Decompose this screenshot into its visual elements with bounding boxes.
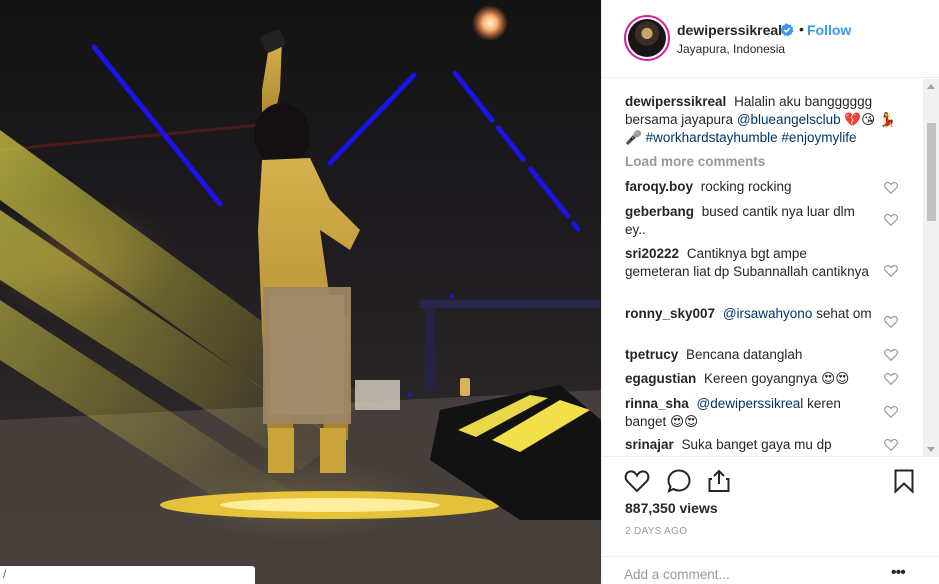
follow-button[interactable]: Follow	[807, 22, 851, 38]
action-bar	[602, 458, 939, 504]
heart-icon[interactable]	[884, 348, 898, 361]
post-header: dewiperssikreal • Follow Jayapura, Indon…	[602, 0, 939, 78]
caption-username[interactable]: dewiperssikreal	[625, 94, 726, 109]
heart-icon[interactable]	[884, 372, 898, 385]
comment-icon[interactable]	[666, 468, 692, 494]
scrollbar-thumb[interactable]	[927, 123, 936, 221]
heart-icon[interactable]	[884, 264, 898, 277]
performer	[254, 29, 360, 473]
comments-list[interactable]: dewiperssikreal Halalin aku bangggggg be…	[602, 79, 939, 457]
scroll-down-arrow-icon[interactable]	[927, 447, 935, 452]
concert-scene	[0, 5, 601, 584]
corner-text: /	[3, 569, 7, 581]
comment-item: egagustian Kereen goyangnya 😍😍	[625, 370, 875, 388]
ceiling-spotlight	[472, 5, 508, 41]
comment-mention[interactable]: @dewiperssikreal	[697, 396, 804, 411]
comment-text: Bencana datanglah	[686, 347, 803, 362]
heart-icon[interactable]	[884, 438, 898, 451]
comment-item: geberbang bused cantik nya luar dlm ey..	[625, 203, 875, 239]
post-caption: dewiperssikreal Halalin aku bangggggg be…	[625, 93, 905, 147]
avatar[interactable]	[624, 15, 670, 61]
comment-username[interactable]: tpetrucy	[625, 347, 678, 362]
comment-username[interactable]: faroqy.boy	[625, 179, 693, 194]
scroll-up-arrow-icon[interactable]	[927, 84, 935, 89]
add-comment-input[interactable]	[624, 565, 874, 583]
heart-icon[interactable]	[884, 405, 898, 418]
comment-text: sehat om	[816, 306, 872, 321]
comment-item: srinajar Suka banget gaya mu dp	[625, 436, 875, 454]
comment-item: sri20222 Cantiknya bgt ampe gemeteran li…	[625, 245, 875, 281]
view-count[interactable]: 887,350 views	[625, 500, 718, 516]
comment-text: Suka banget gaya mu dp	[681, 437, 832, 452]
verified-badge-icon	[780, 23, 794, 37]
comment-item: rinna_sha @dewiperssikreal keren banget …	[625, 395, 875, 431]
comment-username[interactable]: srinajar	[625, 437, 674, 452]
like-heart-icon[interactable]	[624, 468, 650, 494]
header-separator: •	[799, 21, 804, 37]
instagram-post: / dewiperssikreal • Follow Jayapura, Ind…	[0, 0, 939, 584]
add-comment-bar: •••	[602, 556, 939, 584]
heart-icon[interactable]	[884, 181, 898, 194]
caption-hashtag[interactable]: #workhardstayhumble	[646, 130, 778, 145]
comment-username[interactable]: ronny_sky007	[625, 306, 715, 321]
comment-username[interactable]: geberbang	[625, 204, 694, 219]
bookmark-icon[interactable]	[891, 468, 917, 494]
comment-username[interactable]: egagustian	[625, 371, 696, 386]
blue-marks	[91, 44, 581, 232]
load-more-comments-button[interactable]: Load more comments	[625, 154, 765, 169]
post-timestamp[interactable]: 2 DAYS AGO	[625, 526, 687, 537]
caption-emojis: 💔😘	[844, 112, 876, 127]
comment-text: Kereen goyangnya 😍😍	[704, 371, 850, 386]
heart-icon[interactable]	[884, 315, 898, 328]
comments-scrollbar[interactable]	[923, 79, 939, 456]
comment-username[interactable]: sri20222	[625, 246, 679, 261]
comment-mention[interactable]: @irsawahyono	[723, 306, 813, 321]
post-media[interactable]: /	[0, 0, 601, 584]
share-icon[interactable]	[706, 468, 732, 494]
media-footer-strip: /	[0, 566, 255, 584]
comment-text: rocking rocking	[700, 179, 792, 194]
comment-item: ronny_sky007 @irsawahyono sehat om	[625, 305, 875, 323]
caption-mention[interactable]: @blueangelsclub	[737, 112, 841, 127]
heart-icon[interactable]	[884, 213, 898, 226]
comment-item: tpetrucy Bencana datanglah	[625, 346, 875, 364]
comment-username[interactable]: rinna_sha	[625, 396, 689, 411]
caption-hashtag[interactable]: #enjoymylife	[781, 130, 856, 145]
more-icon[interactable]: •••	[891, 564, 906, 582]
post-side-panel: dewiperssikreal • Follow Jayapura, Indon…	[601, 0, 939, 584]
location-link[interactable]: Jayapura, Indonesia	[677, 42, 785, 56]
header-username[interactable]: dewiperssikreal	[677, 22, 782, 38]
comment-item: faroqy.boy rocking rocking	[625, 178, 875, 196]
